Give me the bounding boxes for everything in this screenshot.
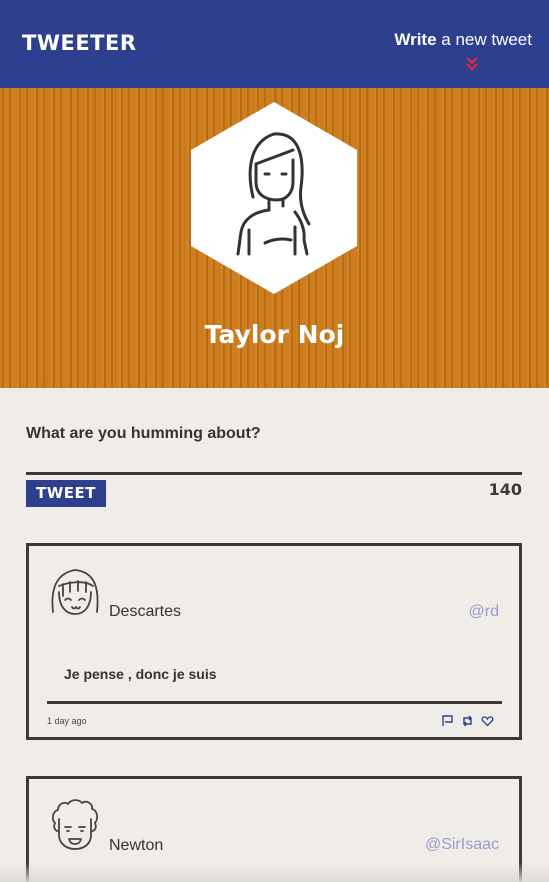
profile-name: Taylor Noj: [204, 320, 345, 349]
top-nav-bar: TWEETER Write a new tweet: [0, 0, 549, 88]
woman-long-hair-avatar: [191, 102, 357, 294]
compose-textarea-underline[interactable]: [26, 472, 522, 475]
compose-rest-label: a new tweet: [436, 30, 532, 49]
compose-prompt: What are you humming about?: [26, 425, 261, 442]
tweet-author[interactable]: Descartes: [109, 603, 181, 621]
curly-hair-man-avatar: [51, 799, 99, 850]
brand-logo[interactable]: TWEETER: [22, 31, 137, 55]
tweet-handle[interactable]: @rd: [469, 603, 499, 621]
tweet-divider: [47, 701, 502, 704]
tweet-timestamp: 1 day ago: [47, 716, 87, 726]
tweet-actions: [441, 714, 494, 727]
girl-bangs-avatar: [51, 569, 99, 615]
compose-bold-label: Write: [394, 30, 437, 49]
tweet-card: Descartes @rd Je pense , donc je suis 1 …: [26, 543, 522, 740]
double-chevron-down-icon[interactable]: [465, 56, 479, 72]
heart-icon[interactable]: [481, 714, 494, 727]
scroll-fade: [0, 862, 549, 882]
tweet-text: Je pense , donc je suis: [64, 666, 217, 682]
tweet-author[interactable]: Newton: [109, 837, 163, 855]
retweet-icon[interactable]: [461, 714, 474, 727]
write-new-tweet-link[interactable]: Write a new tweet: [394, 30, 532, 50]
flag-icon[interactable]: [441, 714, 454, 726]
tweet-handle[interactable]: @SirIsaac: [425, 836, 499, 854]
char-counter: 140: [488, 480, 522, 499]
tweet-button[interactable]: TWEET: [26, 480, 106, 507]
